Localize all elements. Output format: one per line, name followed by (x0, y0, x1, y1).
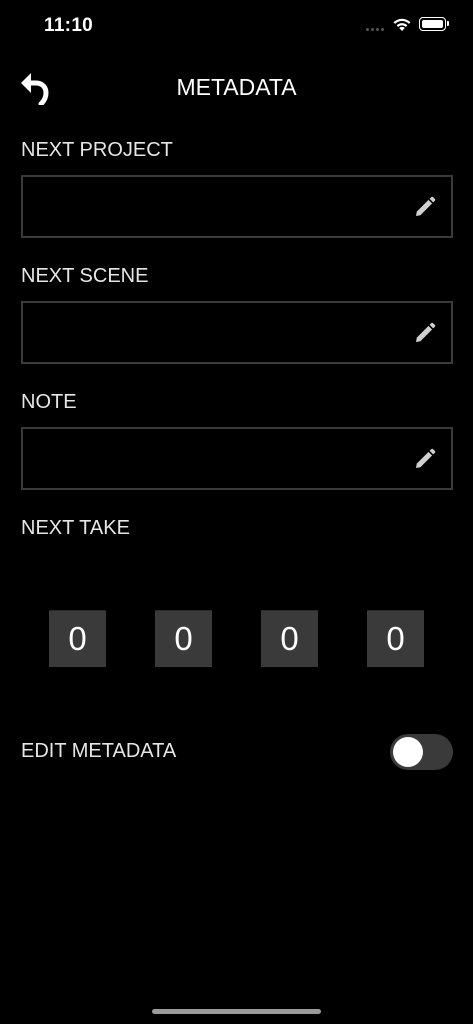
status-bar: 11:10 (0, 0, 473, 50)
take-digit-4[interactable]: 0 (367, 610, 424, 667)
take-digit-1[interactable]: 0 (49, 610, 106, 667)
note-label: NOTE (21, 391, 77, 413)
edit-metadata-toggle[interactable] (390, 734, 453, 770)
cellular-signal-icon (366, 28, 386, 32)
next-project-input[interactable] (33, 177, 407, 238)
next-project-label: NEXT PROJECT (21, 139, 173, 161)
wifi-icon (393, 18, 411, 31)
pencil-icon[interactable] (413, 447, 437, 471)
next-project-field[interactable] (21, 175, 453, 238)
take-digit-2[interactable]: 0 (155, 610, 212, 667)
take-digit-3[interactable]: 0 (261, 610, 318, 667)
edit-metadata-label: EDIT METADATA (21, 740, 177, 762)
pencil-icon[interactable] (413, 195, 437, 219)
note-field[interactable] (21, 427, 453, 490)
next-take-label: NEXT TAKE (21, 517, 130, 539)
toggle-knob (393, 737, 423, 767)
next-scene-label: NEXT SCENE (21, 265, 149, 287)
home-indicator[interactable] (152, 1009, 321, 1014)
page-title: METADATA (176, 74, 297, 100)
pencil-icon[interactable] (413, 321, 437, 345)
next-scene-field[interactable] (21, 301, 453, 364)
note-input[interactable] (33, 429, 407, 490)
battery-icon (419, 17, 449, 31)
next-scene-input[interactable] (33, 303, 407, 364)
status-time: 11:10 (44, 15, 94, 36)
